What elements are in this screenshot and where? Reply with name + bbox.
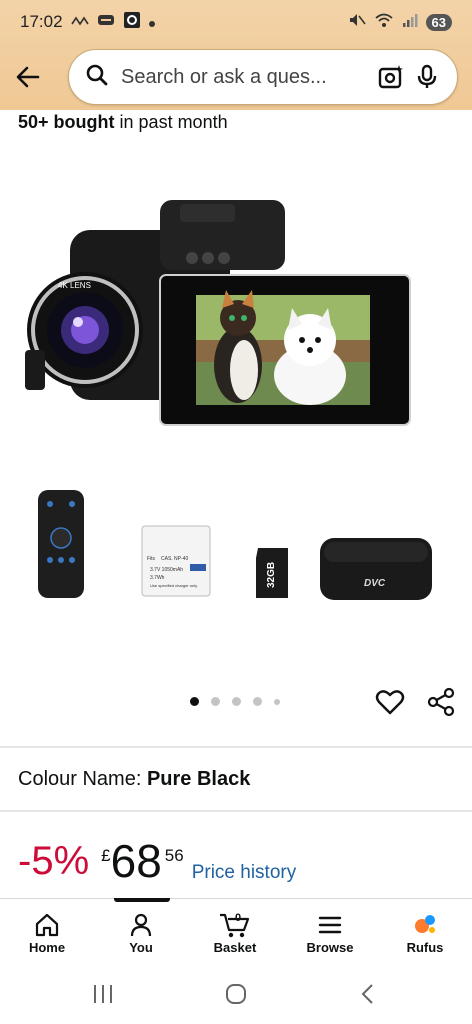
mute-icon xyxy=(348,12,366,33)
price-fraction: 56 xyxy=(164,846,184,865)
status-bar: 17:02 63 xyxy=(0,0,472,44)
header: 17:02 63 Search or ask a ques... xyxy=(0,0,472,110)
camera-search-icon[interactable] xyxy=(373,59,409,95)
active-tab-indicator xyxy=(114,898,170,902)
dot-icon xyxy=(148,12,155,32)
battery-model-text: CAS. NP-40 xyxy=(161,556,188,562)
basket-count: 0 xyxy=(235,912,241,924)
battery-fits-text: Fits xyxy=(147,556,156,562)
search-bar[interactable]: Search or ask a ques... xyxy=(68,49,458,105)
recent-apps-button[interactable] xyxy=(92,982,114,1011)
voicemail-icon xyxy=(97,12,115,32)
basket-icon: 0 xyxy=(188,910,282,940)
tab-label: You xyxy=(129,940,153,955)
tab-label: Rufus xyxy=(406,940,444,955)
microphone-icon[interactable] xyxy=(409,59,445,95)
colour-value: Pure Black xyxy=(146,768,251,790)
search-input[interactable]: Search or ask a ques... xyxy=(121,66,373,89)
back-nav-button[interactable] xyxy=(358,982,378,1011)
recents-icon xyxy=(94,985,112,1003)
search-row: Search or ask a ques... xyxy=(0,44,472,110)
back-arrow-icon xyxy=(16,66,40,88)
bought-suffix: in past month xyxy=(119,112,228,132)
share-icon xyxy=(427,687,455,717)
divider xyxy=(0,810,472,812)
sd-card-label: 32GB xyxy=(266,562,277,588)
tab-home[interactable]: Home xyxy=(0,910,94,955)
app-icon xyxy=(123,11,141,34)
pagination-dot[interactable] xyxy=(232,697,241,706)
tab-rufus[interactable]: Rufus xyxy=(378,910,472,955)
price-whole: 68 xyxy=(110,835,162,887)
lens-badge: 4K LENS xyxy=(58,281,91,290)
share-button[interactable] xyxy=(425,686,457,723)
battery-note-text: Use specified charger only. xyxy=(150,583,198,588)
home-nav-button[interactable] xyxy=(224,982,248,1011)
price-block: -5% £ 68 56 Price history xyxy=(18,836,296,896)
bought-in-past-month: 50+ bought in past month xyxy=(18,112,228,133)
colour-label: Colour Name: xyxy=(18,768,142,790)
battery-wh-text: 3.7Wh xyxy=(150,575,165,581)
back-button[interactable] xyxy=(0,49,56,105)
missed-call-icon xyxy=(70,12,89,32)
battery-indicator: 63 xyxy=(425,13,452,31)
image-pagination[interactable] xyxy=(190,697,280,706)
tab-basket[interactable]: 0 Basket xyxy=(188,910,282,955)
pagination-dot[interactable] xyxy=(190,697,199,706)
pagination-dot[interactable] xyxy=(253,697,262,706)
pagination-dot[interactable] xyxy=(211,697,220,706)
person-icon xyxy=(94,910,188,940)
discount-percent: -5% xyxy=(18,839,90,883)
price-history-link[interactable]: Price history xyxy=(192,862,297,884)
bag-label: DVC xyxy=(364,578,386,589)
home-circle-icon xyxy=(226,984,246,1004)
rufus-icon xyxy=(378,910,472,940)
tab-browse[interactable]: Browse xyxy=(283,910,377,955)
chevron-left-icon xyxy=(361,984,373,1004)
bought-count: 50+ bought xyxy=(18,112,115,132)
colour-selector[interactable]: Colour Name: Pure Black xyxy=(18,768,250,791)
tab-you[interactable]: You xyxy=(94,910,188,955)
tab-label: Browse xyxy=(306,940,354,955)
status-time: 17:02 xyxy=(20,12,63,31)
divider xyxy=(0,746,472,748)
signal-icon xyxy=(402,12,418,33)
price-currency: £ xyxy=(101,846,111,865)
battery-spec-text: 3.7V 1050mAh xyxy=(150,567,183,573)
heart-icon xyxy=(375,690,405,715)
search-icon xyxy=(85,63,109,92)
home-icon xyxy=(0,910,94,940)
accessories-image: Fits CAS. NP-40 3.7V 1050mAh 3.7Wh Use s… xyxy=(30,488,450,608)
tab-label: Basket xyxy=(213,940,257,955)
tab-label: Home xyxy=(28,940,66,955)
wishlist-button[interactable] xyxy=(374,686,406,723)
wifi-icon xyxy=(374,12,394,33)
menu-icon xyxy=(283,910,377,940)
product-image[interactable]: 4K LENS xyxy=(20,190,420,440)
pagination-dot[interactable] xyxy=(274,698,280,705)
